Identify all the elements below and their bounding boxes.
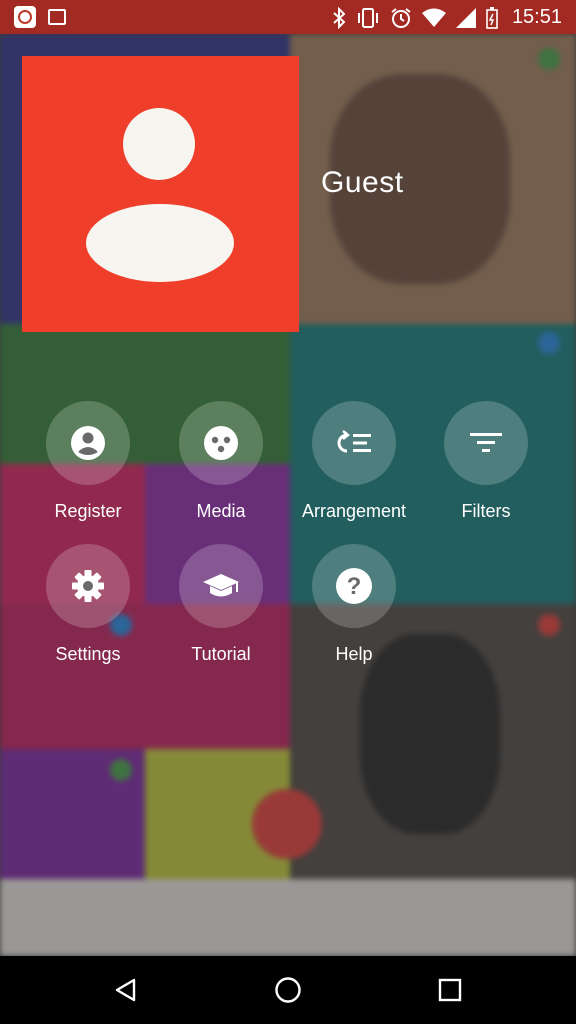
battery-icon <box>486 6 498 29</box>
recents-icon <box>438 978 462 1002</box>
alarm-icon <box>391 7 411 28</box>
person-icon-body <box>86 204 234 282</box>
graduation-cap-icon <box>179 544 263 628</box>
svg-text:?: ? <box>347 573 362 600</box>
username: Guest <box>321 166 404 199</box>
back-icon <box>115 978 136 1002</box>
menu-settings[interactable]: Settings <box>18 544 158 665</box>
status-bar: 15:51 <box>0 0 576 34</box>
filter-icon <box>444 401 528 485</box>
clock: 15:51 <box>511 6 562 28</box>
app-icon <box>14 6 36 28</box>
menu-help[interactable]: ? Help <box>284 544 424 665</box>
menu-register[interactable]: Register <box>18 401 158 522</box>
person-icon-head <box>123 108 195 180</box>
menu-label: Filters <box>461 501 511 521</box>
media-icon <box>179 401 263 485</box>
gallery-icon <box>48 9 66 25</box>
menu-label: Settings <box>55 644 121 664</box>
bluetooth-icon <box>333 6 346 29</box>
wifi-icon <box>421 8 446 27</box>
vibrate-icon <box>357 7 378 28</box>
account-circle-icon <box>46 401 130 485</box>
signal-icon <box>455 7 476 28</box>
navigation-bar <box>0 956 576 1024</box>
profile-avatar[interactable] <box>22 56 299 332</box>
menu-label: Tutorial <box>191 644 251 664</box>
menu-media[interactable]: Media <box>151 401 291 522</box>
recents-button[interactable] <box>410 956 490 1024</box>
arrangement-icon <box>312 401 396 485</box>
home-button[interactable] <box>248 956 328 1024</box>
menu-label: Register <box>54 501 122 521</box>
menu-label: Arrangement <box>301 501 407 521</box>
menu-filters[interactable]: Filters <box>416 401 556 522</box>
menu-label: Media <box>196 501 246 521</box>
menu-arrangement[interactable]: Arrangement <box>284 401 424 522</box>
gear-icon <box>46 544 130 628</box>
menu-tutorial[interactable]: Tutorial <box>151 544 291 665</box>
home-icon <box>275 977 301 1003</box>
help-icon: ? <box>312 544 396 628</box>
menu-label: Help <box>335 644 373 664</box>
back-button[interactable] <box>86 956 166 1024</box>
